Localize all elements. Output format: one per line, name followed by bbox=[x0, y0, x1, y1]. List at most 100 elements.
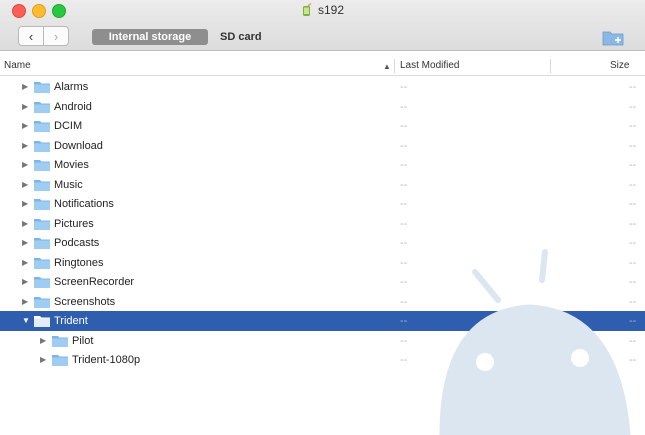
window-title-text: s192 bbox=[318, 3, 345, 17]
disclosure-closed-icon[interactable]: ▶ bbox=[22, 180, 28, 189]
file-name: Trident-1080p bbox=[72, 354, 141, 366]
disclosure-closed-icon[interactable]: ▶ bbox=[40, 336, 46, 345]
file-name: Android bbox=[54, 100, 92, 113]
file-modified: -- bbox=[400, 334, 408, 347]
file-modified: -- bbox=[400, 159, 408, 171]
file-modified: -- bbox=[400, 295, 408, 308]
file-size: -- bbox=[629, 159, 637, 171]
forward-button[interactable]: › bbox=[44, 26, 69, 46]
file-row[interactable]: ▶ Pilot -- -- bbox=[0, 331, 645, 351]
disclosure-open-icon[interactable]: ▼ bbox=[22, 316, 30, 325]
file-modified: -- bbox=[400, 120, 408, 132]
file-modified: -- bbox=[400, 256, 408, 269]
disclosure-closed-icon[interactable]: ▶ bbox=[22, 82, 28, 91]
disclosure-closed-icon[interactable]: ▶ bbox=[22, 102, 28, 111]
file-name: Download bbox=[54, 139, 103, 152]
disclosure-closed-icon[interactable]: ▶ bbox=[22, 121, 28, 130]
tab-internal-storage[interactable]: Internal storage bbox=[92, 29, 208, 45]
column-name[interactable]: Name bbox=[4, 60, 31, 71]
file-modified: -- bbox=[400, 354, 408, 366]
file-row[interactable]: ▶ Download -- -- bbox=[0, 136, 645, 156]
file-row[interactable]: ▶ Podcasts -- -- bbox=[0, 233, 645, 253]
file-row[interactable]: ▶ Movies -- -- bbox=[0, 155, 645, 175]
file-size: -- bbox=[629, 315, 637, 327]
file-size: -- bbox=[629, 198, 637, 210]
disclosure-closed-icon[interactable]: ▶ bbox=[22, 277, 28, 286]
folder-icon bbox=[34, 140, 50, 152]
file-name: Notifications bbox=[54, 198, 114, 210]
disclosure-closed-icon[interactable]: ▶ bbox=[22, 160, 28, 169]
disclosure-closed-icon[interactable]: ▶ bbox=[22, 219, 28, 228]
android-device-icon bbox=[303, 3, 312, 16]
file-modified: -- bbox=[400, 81, 408, 93]
file-name: Pilot bbox=[72, 334, 94, 347]
column-header: Name ▲ Last Modified Size bbox=[0, 57, 645, 76]
folder-icon bbox=[34, 218, 50, 230]
new-folder-icon[interactable] bbox=[601, 28, 625, 46]
file-row[interactable]: ▶ Pictures -- -- bbox=[0, 214, 645, 234]
disclosure-closed-icon[interactable]: ▶ bbox=[22, 258, 28, 267]
file-size: -- bbox=[629, 178, 637, 191]
column-last-modified[interactable]: Last Modified bbox=[400, 60, 459, 71]
file-modified: -- bbox=[400, 315, 408, 327]
file-row[interactable]: ▼ Trident -- -- bbox=[0, 311, 645, 331]
file-size: -- bbox=[629, 217, 637, 230]
back-button[interactable]: ‹ bbox=[18, 26, 44, 46]
window-title: s192 bbox=[300, 2, 344, 18]
file-size: -- bbox=[629, 237, 637, 249]
file-row[interactable]: ▶ Alarms -- -- bbox=[0, 77, 645, 97]
file-modified: -- bbox=[400, 217, 408, 230]
folder-icon bbox=[52, 355, 68, 366]
file-name: Music bbox=[54, 178, 83, 191]
folder-icon bbox=[34, 121, 50, 132]
tab-sd-card[interactable]: SD card bbox=[214, 29, 268, 45]
folder-icon bbox=[34, 257, 50, 269]
file-name: Alarms bbox=[54, 81, 89, 93]
file-size: -- bbox=[629, 354, 637, 366]
file-modified: -- bbox=[400, 237, 408, 249]
zoom-window-button[interactable] bbox=[52, 4, 66, 18]
file-row[interactable]: ▶ Ringtones -- -- bbox=[0, 253, 645, 273]
file-name: Podcasts bbox=[54, 237, 100, 249]
chevron-left-icon: ‹ bbox=[28, 28, 34, 44]
file-size: -- bbox=[629, 100, 637, 113]
file-name: Screenshots bbox=[54, 295, 116, 308]
file-modified: -- bbox=[400, 139, 408, 152]
file-size: -- bbox=[629, 139, 637, 152]
folder-icon bbox=[34, 238, 50, 249]
file-row[interactable]: ▶ Android -- -- bbox=[0, 97, 645, 117]
file-row[interactable]: ▶ Music -- -- bbox=[0, 175, 645, 195]
file-row[interactable]: ▶ DCIM -- -- bbox=[0, 116, 645, 136]
file-name: Movies bbox=[54, 159, 89, 171]
column-divider[interactable] bbox=[394, 59, 395, 73]
file-row[interactable]: ▶ Screenshots -- -- bbox=[0, 292, 645, 312]
column-divider[interactable] bbox=[550, 59, 551, 73]
chevron-right-icon: › bbox=[53, 28, 59, 44]
file-row[interactable]: ▶ ScreenRecorder -- -- bbox=[0, 272, 645, 292]
folder-icon bbox=[34, 316, 50, 327]
disclosure-closed-icon[interactable]: ▶ bbox=[22, 199, 28, 208]
file-modified: -- bbox=[400, 178, 408, 191]
navigation-buttons: ‹ › bbox=[18, 26, 69, 46]
disclosure-closed-icon[interactable]: ▶ bbox=[22, 238, 28, 247]
close-window-button[interactable] bbox=[12, 4, 26, 18]
folder-icon bbox=[34, 82, 50, 93]
disclosure-closed-icon[interactable]: ▶ bbox=[22, 141, 28, 150]
file-list: ▶ Alarms -- -- ▶ Android -- -- ▶ DCIM -- -- ▶ Downloa… bbox=[0, 77, 645, 370]
file-row[interactable]: ▶ Notifications -- -- bbox=[0, 194, 645, 214]
folder-icon bbox=[34, 277, 50, 288]
minimize-window-button[interactable] bbox=[32, 4, 46, 18]
folder-icon bbox=[34, 296, 50, 308]
file-modified: -- bbox=[400, 198, 408, 210]
disclosure-closed-icon[interactable]: ▶ bbox=[22, 297, 28, 306]
file-size: -- bbox=[629, 295, 637, 308]
disclosure-closed-icon[interactable]: ▶ bbox=[40, 355, 46, 364]
file-row[interactable]: ▶ Trident-1080p -- -- bbox=[0, 350, 645, 370]
column-size[interactable]: Size bbox=[610, 60, 629, 71]
file-size: -- bbox=[629, 120, 637, 132]
file-size: -- bbox=[629, 256, 637, 269]
file-size: -- bbox=[629, 81, 637, 93]
title-bar: s192 ‹ › Internal storage SD card bbox=[0, 0, 645, 51]
folder-icon bbox=[34, 101, 50, 113]
file-size: -- bbox=[629, 334, 637, 347]
